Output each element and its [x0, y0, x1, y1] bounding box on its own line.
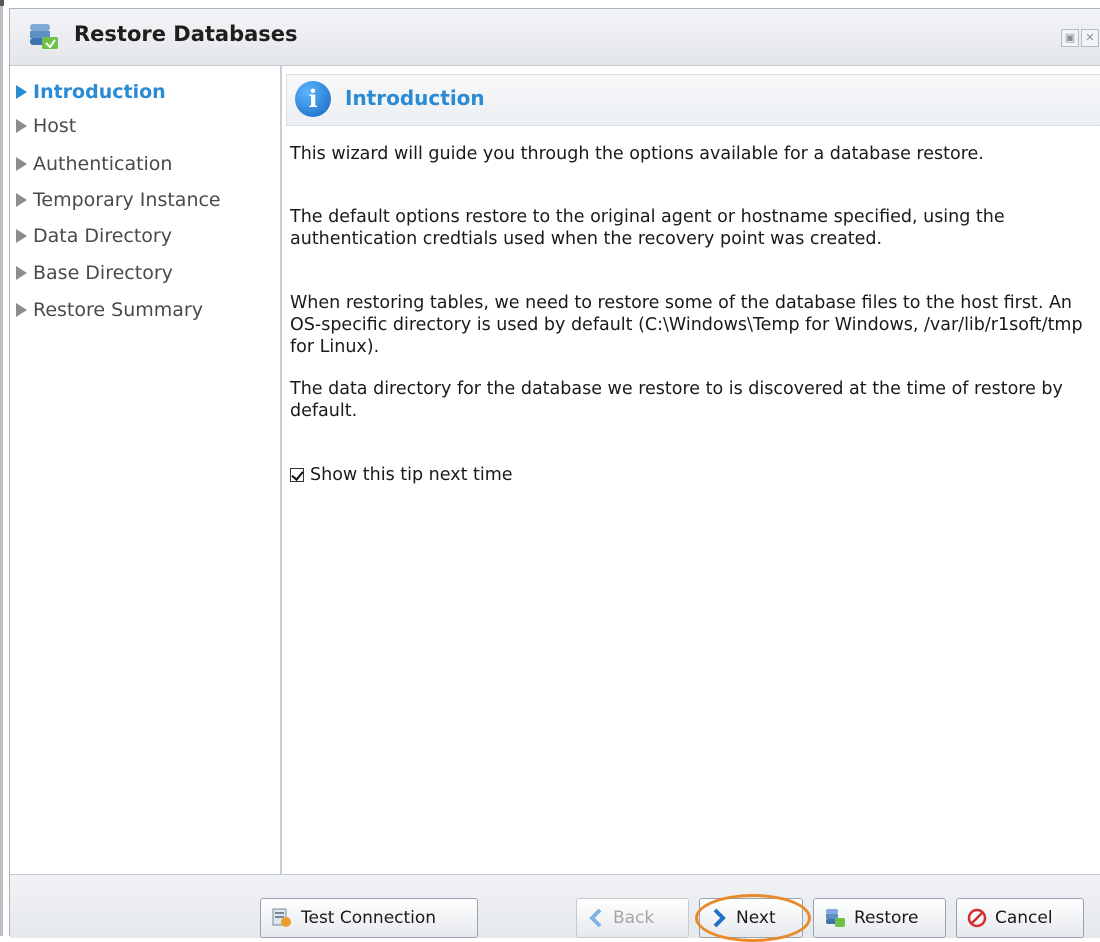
data-directory-paragraph: The data directory for the database we r…: [290, 379, 1063, 421]
show-tip-checkbox[interactable]: [290, 468, 304, 482]
show-tip-label: Show this tip next time: [310, 465, 513, 485]
content-panel: i Introduction This wizard will guide yo…: [282, 66, 1100, 874]
restore-databases-dialog: Restore Databases ▣ ✕ Introduction Host …: [9, 8, 1100, 942]
chevron-left-icon: [589, 908, 602, 928]
dialog-footer: Test Connection Back Next Restore Cancel: [10, 874, 1100, 942]
test-connection-button[interactable]: Test Connection: [260, 898, 478, 938]
sidebar-item-temporary-instance[interactable]: Temporary Instance: [16, 183, 221, 217]
sidebar-item-label: Introduction: [33, 81, 166, 103]
wizard-steps-sidebar: Introduction Host Authentication Tempora…: [10, 66, 280, 874]
triangle-right-icon: [16, 303, 27, 317]
left-edge: [0, 0, 3, 936]
restoring-tables-paragraph: When restoring tables, we need to restor…: [290, 293, 1083, 357]
sidebar-item-base-directory[interactable]: Base Directory: [16, 256, 173, 290]
sidebar-item-restore-summary[interactable]: Restore Summary: [16, 293, 203, 327]
sidebar-item-label: Temporary Instance: [33, 189, 221, 211]
database-restore-icon: [826, 909, 845, 927]
show-tip-row[interactable]: Show this tip next time: [290, 465, 513, 485]
sidebar-item-authentication[interactable]: Authentication: [16, 147, 172, 181]
default-options-paragraph: The default options restore to the origi…: [290, 207, 1005, 249]
sidebar-item-label: Data Directory: [33, 225, 172, 247]
close-button[interactable]: ✕: [1081, 29, 1099, 47]
intro-paragraph: This wizard will guide you through the o…: [290, 144, 984, 164]
cancel-button[interactable]: Cancel: [956, 898, 1084, 938]
sidebar-item-label: Host: [33, 115, 77, 137]
info-icon: i: [295, 81, 331, 117]
maximize-button[interactable]: ▣: [1061, 29, 1079, 47]
dialog-title: Restore Databases: [74, 22, 298, 46]
restore-label: Restore: [854, 908, 919, 928]
test-connection-label: Test Connection: [301, 908, 437, 928]
next-label: Next: [736, 908, 776, 928]
triangle-right-icon: [16, 157, 27, 171]
triangle-right-icon: [16, 229, 27, 243]
sidebar-item-label: Restore Summary: [33, 299, 203, 321]
content-title: Introduction: [345, 86, 485, 110]
sidebar-item-data-directory[interactable]: Data Directory: [16, 219, 172, 253]
cancel-icon: [967, 908, 987, 928]
triangle-right-icon: [16, 119, 27, 133]
next-button[interactable]: Next: [699, 898, 803, 938]
triangle-right-icon: [16, 85, 27, 99]
sidebar-item-label: Base Directory: [33, 262, 173, 284]
restore-button[interactable]: Restore: [813, 898, 946, 938]
sidebar-item-label: Authentication: [33, 153, 173, 175]
triangle-right-icon: [16, 266, 27, 280]
sidebar-item-introduction[interactable]: Introduction: [16, 75, 166, 109]
chevron-right-icon: [713, 908, 726, 928]
back-button[interactable]: Back: [576, 898, 689, 938]
back-label: Back: [613, 908, 655, 928]
content-header: i Introduction: [286, 74, 1100, 126]
triangle-right-icon: [16, 193, 27, 207]
top-edge-mark: [0, 0, 4, 6]
cancel-label: Cancel: [995, 908, 1053, 928]
database-restore-icon: [30, 24, 58, 49]
test-connection-icon: [272, 908, 291, 927]
dialog-titlebar: Restore Databases ▣ ✕: [10, 9, 1100, 66]
sidebar-item-host[interactable]: Host: [16, 109, 76, 143]
